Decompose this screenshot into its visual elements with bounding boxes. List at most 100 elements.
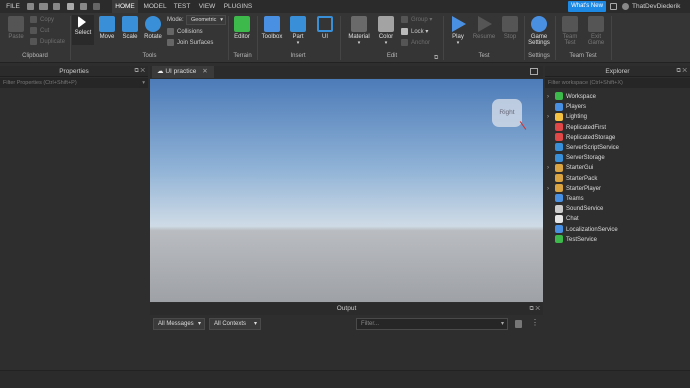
move-button[interactable]: Move [96, 16, 118, 40]
tab-view[interactable]: VIEW [196, 0, 218, 13]
explorer-item[interactable]: › StarterGui [547, 163, 593, 173]
explorer-item[interactable]: Chat [547, 214, 579, 224]
undo-icon[interactable] [80, 3, 87, 10]
explorer-item[interactable]: › Lighting [547, 112, 587, 122]
lock-button[interactable]: Lock ▾ [401, 28, 428, 37]
explorer-item-label: LocalizationService [566, 226, 618, 233]
service-icon [555, 235, 563, 244]
collisions-icon [167, 28, 174, 35]
part-button[interactable]: Part ▾ [287, 16, 309, 46]
maximize-icon[interactable] [530, 68, 538, 75]
ui-button[interactable]: UI [314, 16, 336, 40]
collisions-toggle[interactable]: Collisions [167, 28, 203, 37]
explorer-item-label: Workspace [566, 94, 596, 100]
explorer-item[interactable]: StarterPack [547, 174, 597, 184]
explorer-item-label: StarterGui [566, 165, 594, 172]
rotate-button[interactable]: Rotate [142, 16, 164, 40]
explorer-item[interactable]: TestService [547, 235, 597, 245]
file-menu[interactable]: FILE [4, 0, 22, 13]
lock-icon [401, 28, 408, 35]
join-surfaces-toggle[interactable]: Join Surfaces [167, 39, 213, 48]
axis-indicator-icon [519, 121, 527, 130]
insert-group-label: Insert [290, 53, 306, 59]
explorer-item-label: Players [566, 104, 587, 111]
play-button[interactable]: Play ▾ [447, 16, 469, 46]
add-icon[interactable] [67, 3, 74, 10]
redo-icon[interactable] [93, 3, 100, 10]
username[interactable]: ThatDevDiederik [632, 0, 684, 13]
explorer-item[interactable]: Players [547, 102, 586, 112]
close-icon[interactable]: ✕ [202, 68, 207, 75]
scale-button[interactable]: Scale [119, 16, 141, 40]
messages-filter-dropdown[interactable]: All Messages ▾ [153, 318, 205, 330]
tab-test[interactable]: TEST [171, 0, 193, 13]
cut-icon [30, 27, 37, 34]
chevron-right-icon[interactable]: › [547, 163, 555, 173]
exit-game-button[interactable]: Exit Game [585, 16, 607, 46]
explorer-item[interactable]: › StarterPlayer [547, 184, 601, 194]
chevron-down-icon: ▾ [253, 321, 257, 327]
explorer-filter-placeholder: Filter workspace (Ctrl+Shift+X) [548, 80, 623, 86]
explorer-item[interactable]: SoundService [547, 204, 603, 214]
properties-body [0, 89, 148, 369]
tab-ui-practice[interactable]: ☁ UI practice ✕ [152, 66, 214, 78]
properties-title: Properties [59, 68, 89, 75]
explorer-item[interactable]: LocalizationService [547, 225, 618, 235]
explorer-item[interactable]: ServerScriptService [547, 143, 619, 153]
trash-icon[interactable] [515, 320, 522, 328]
duplicate-button[interactable]: Duplicate [30, 38, 65, 47]
explorer-item[interactable]: ReplicatedStorage [547, 133, 615, 143]
select-button[interactable]: Select [72, 15, 94, 45]
tab-ui-practice-label: UI practice [165, 68, 197, 75]
color-button[interactable]: Color ▾ [375, 16, 397, 46]
close-icon[interactable]: ⧉ ✕ [676, 66, 687, 77]
output-header: Output ⧉ ✕ [150, 303, 543, 315]
contexts-filter-dropdown[interactable]: All Contexts ▾ [209, 318, 261, 330]
tab-plugins[interactable]: PLUGINS [222, 0, 254, 13]
game-settings-button[interactable]: Game Settings [527, 16, 551, 46]
mode-dropdown[interactable]: Geometric ▾ [186, 15, 226, 25]
close-icon[interactable]: ⧉ ✕ [529, 303, 540, 315]
close-icon[interactable]: ⧉ ✕ [134, 66, 145, 77]
explorer-item[interactable]: › Workspace [547, 92, 596, 102]
view-cube[interactable]: Right [492, 99, 522, 127]
tab-home[interactable]: HOME [112, 0, 138, 13]
publish-icon[interactable] [39, 3, 48, 10]
expand-edit-icon[interactable]: ⧉ [434, 55, 438, 62]
3d-viewport[interactable]: Right [150, 79, 543, 302]
explorer-item-label: Teams [566, 196, 584, 202]
chevron-right-icon[interactable]: › [547, 92, 555, 102]
gear-icon [531, 16, 547, 32]
terrain-editor-button[interactable]: Editor [231, 16, 253, 40]
resume-button[interactable]: Resume [472, 16, 496, 40]
stop-button[interactable]: Stop [499, 16, 521, 40]
chevron-right-icon[interactable]: › [547, 112, 555, 122]
rotate-label: Rotate [144, 34, 162, 40]
toolbox-button[interactable]: Toolbox [260, 16, 284, 40]
material-button[interactable]: Material ▾ [346, 16, 372, 46]
properties-filter-input[interactable]: Filter Properties (Ctrl+Shift+P) ▾ [0, 78, 148, 88]
save-icon[interactable] [27, 3, 34, 10]
share-icon[interactable] [610, 3, 617, 10]
chevron-right-icon[interactable]: › [547, 184, 555, 194]
group-button[interactable]: Group ▾ [401, 16, 432, 25]
anchor-button[interactable]: Anchor [401, 39, 430, 48]
scale-icon [122, 16, 138, 32]
team-test-button[interactable]: Team Test [559, 16, 581, 46]
more-options-icon[interactable]: ⋮ [531, 318, 539, 327]
explorer-item-label: SoundService [566, 206, 604, 213]
tab-model[interactable]: MODEL [142, 0, 168, 13]
explorer-item[interactable]: ReplicatedFirst [547, 123, 606, 133]
explorer-item[interactable]: Teams [547, 194, 584, 204]
service-icon [555, 214, 563, 223]
whats-new-button[interactable]: What's New [568, 1, 606, 12]
explorer-filter-input[interactable]: Filter workspace (Ctrl+Shift+X) [545, 78, 690, 88]
camera-icon[interactable] [53, 3, 60, 10]
output-filter-input[interactable]: Filter... ▾ [356, 318, 508, 330]
paste-button[interactable]: Paste [6, 16, 26, 40]
cut-button[interactable]: Cut [30, 27, 49, 36]
explorer-item[interactable]: ServerStorage [547, 153, 605, 163]
resume-label: Resume [472, 34, 496, 40]
game-settings-label-2: Settings [528, 40, 550, 46]
copy-button[interactable]: Copy [30, 16, 54, 25]
